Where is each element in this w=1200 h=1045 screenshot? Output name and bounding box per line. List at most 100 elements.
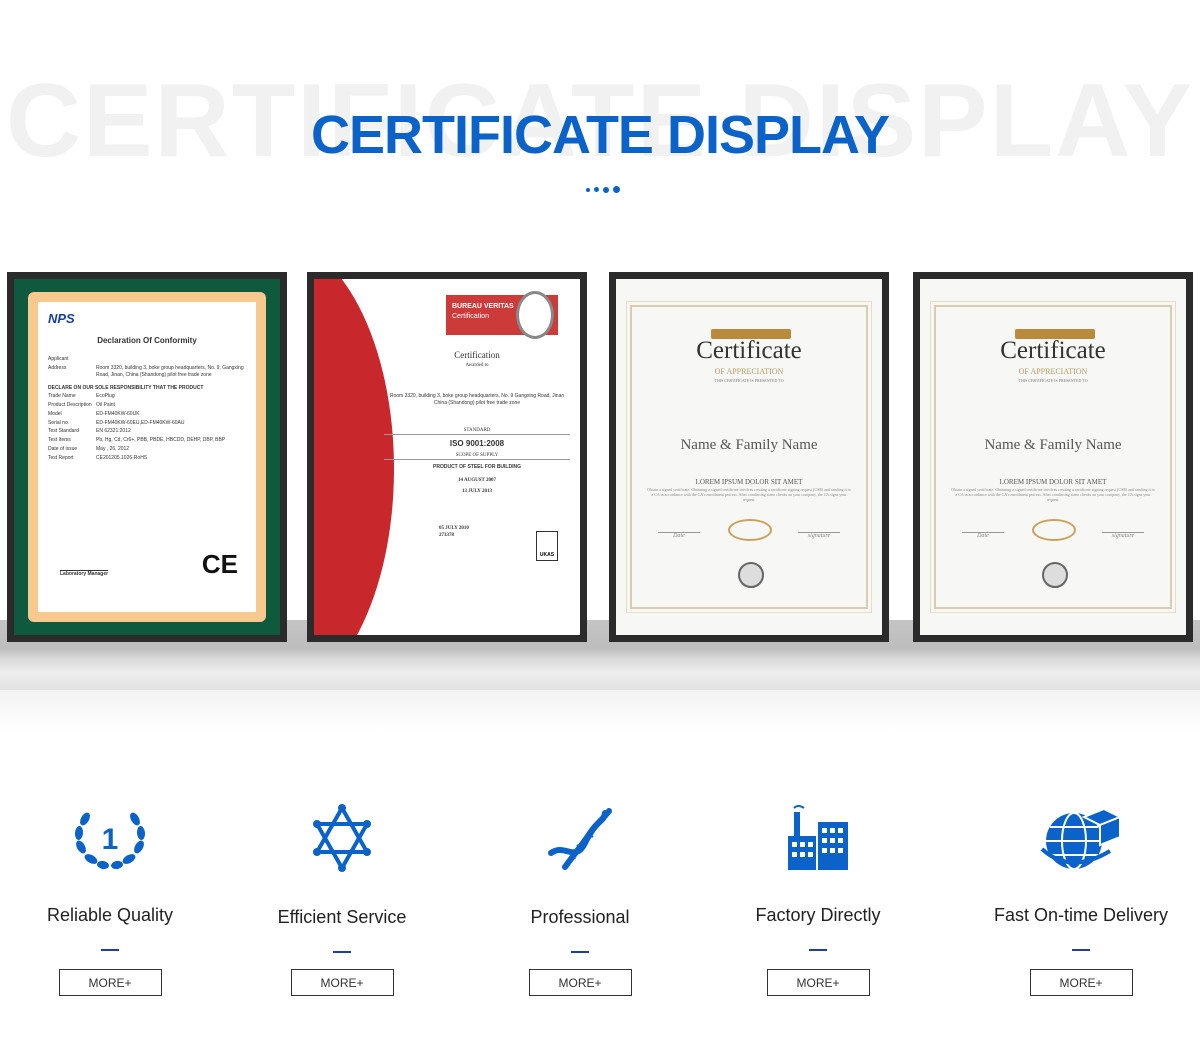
body-heading: LOREM IPSUM DOLOR SIT AMET: [695, 478, 803, 486]
recipient-name: Name & Family Name: [984, 437, 1122, 453]
signature-label: signature: [1102, 532, 1144, 539]
red-curve-decoration: [314, 279, 394, 635]
detail-row: Address Room 3320, building 3, boke group…: [48, 365, 246, 379]
signer-label: Laboratory Manager: [60, 570, 109, 578]
detail-label: Model: [48, 410, 62, 417]
certificate-title: Certificate: [1000, 337, 1106, 364]
feature-reliable-quality: 1 Reliable Quality MORE+: [10, 800, 210, 996]
certificate-frame-bureau-veritas[interactable]: BUREAU VERITAS Certification Certificati…: [307, 272, 587, 642]
ce-mark: CE: [201, 548, 238, 579]
detail-row: Date of issue May , 26, 2012: [48, 446, 246, 453]
detail-label: Serial no.: [48, 419, 70, 426]
divider: [333, 951, 351, 953]
conformity-details: Applicant Address Room 3320, building 3, b…: [48, 356, 246, 461]
detail-label: Product Description: [48, 402, 92, 409]
title-dots-decoration: [586, 186, 620, 193]
detail-row: Test Standard EN 62321:2012: [48, 428, 246, 435]
detail-row: Serial no. ED-FM40KW-60EU,ED-FM40KW-60AU: [48, 420, 246, 427]
standard-label: STANDARD: [384, 427, 570, 435]
scope-label: SCOPE OF SUPPLY: [384, 452, 570, 460]
detail-value: EN 62321:2012: [96, 428, 131, 435]
shelf-reflection: [0, 690, 1200, 730]
divider: [101, 949, 119, 951]
divider: [571, 951, 589, 953]
detail-value: ED-FM40KW-60EU,ED-FM40KW-60AU: [96, 419, 185, 426]
svg-text:1: 1: [102, 823, 119, 856]
feature-label: Fast On-time Delivery: [993, 905, 1169, 925]
expiry-date: 13 JULY 2013: [462, 488, 492, 494]
detail-value: May , 26, 2012: [96, 445, 130, 452]
certificate-subtitle: OF APPRECIATION: [1018, 367, 1088, 376]
nps-logo: NPS: [48, 311, 75, 326]
certificate-title: Certificate: [696, 337, 802, 364]
body-text: Obtain a signed certificate. Obtaining a…: [951, 487, 1155, 503]
address: Room 3320, building 3, boke group headqu…: [389, 392, 565, 406]
detail-row: Applicant: [48, 356, 246, 363]
more-button[interactable]: MORE+: [766, 969, 870, 996]
detail-value: EcoPlug: [96, 393, 115, 400]
swirl-ornament: [728, 519, 772, 541]
detail-value: Oil Paint: [96, 402, 115, 409]
ukas-mark: UKAS: [536, 531, 558, 561]
star-of-david-icon: [242, 800, 442, 875]
feature-efficient-service: Efficient Service MORE+: [242, 800, 442, 996]
approval-date: 14 AUGUST 2007: [458, 477, 496, 483]
detail-label: Test Standard: [48, 428, 79, 435]
divider: [809, 949, 827, 951]
feature-label: Reliable Quality: [46, 905, 174, 925]
feature-professional: Professional MORE+: [480, 800, 680, 996]
recipient-name: Name & Family Name: [680, 437, 818, 453]
feature-label: Professional: [530, 907, 630, 927]
detail-label: DECLARE ON OUR SOLE RESPONSIBILITY THAT …: [48, 384, 204, 391]
standard-value: ISO 9001:2008: [449, 438, 505, 448]
certificate-frame-appreciation-1[interactable]: Certificate OF APPRECIATION THIS CERTIFICA…: [609, 272, 889, 642]
detail-value: Pb, Hg, Cd, Cr6+, PBB, PBDE, HBCDD, DEHP…: [96, 437, 226, 444]
feature-factory-directly: Factory Directly MORE+: [718, 800, 918, 996]
scope-value: PRODUCT OF STEEL FOR BUILDING: [433, 463, 521, 470]
detail-label: Applicant: [48, 356, 69, 363]
laurel-number-one-icon: 1: [10, 800, 210, 875]
presented-label: THIS CERTIFICATE IS PRESENTED TO: [714, 378, 784, 383]
detail-label: Date of issue: [48, 445, 78, 452]
certificate-title: Declaration Of Conformity: [97, 335, 197, 345]
detail-label: Trade Name: [48, 393, 76, 400]
more-button[interactable]: MORE+: [290, 969, 394, 996]
more-button[interactable]: MORE+: [58, 969, 162, 996]
detail-value: Room 3320, building 3, boke group headqu…: [96, 365, 244, 378]
body-heading: LOREM IPSUM DOLOR SIT AMET: [999, 478, 1107, 486]
certificate-frame-conformity[interactable]: NPS Declaration Of Conformity Applicant A…: [7, 272, 287, 642]
certificate-title: Certification: [454, 350, 500, 360]
detail-row: DECLARE ON OUR SOLE RESPONSIBILITY THAT …: [48, 381, 246, 392]
swirl-ornament: [1032, 519, 1076, 541]
detail-label: Test Report: [48, 454, 74, 461]
seal-icon: [516, 291, 554, 339]
feature-fast-delivery: Fast On-time Delivery MORE+: [981, 800, 1181, 996]
detail-row: Model ED-FM40KW-60UK: [48, 411, 246, 418]
page-title: CERTIFICATE DISPLAY: [310, 105, 890, 165]
more-button[interactable]: MORE+: [528, 969, 632, 996]
emblem-icon: [738, 562, 764, 588]
presented-label: THIS CERTIFICATE IS PRESENTED TO: [1018, 378, 1088, 383]
bureau-veritas-logo: BUREAU VERITAS Certification: [446, 291, 558, 339]
certificate-subtitle: OF APPRECIATION: [714, 367, 784, 376]
date-label: Date: [962, 532, 1004, 539]
feature-label: Factory Directly: [755, 905, 881, 925]
detail-label: Address: [48, 365, 67, 372]
detail-row: Test Report CE201205.1026-RoHS: [48, 455, 246, 462]
factory-icon: [718, 800, 918, 875]
detail-row: Product Description Oil Paint: [48, 402, 246, 409]
divider: [1072, 949, 1090, 951]
detail-row: Test Items Pb, Hg, Cd, Cr6+, PBB, PBDE, H…: [48, 437, 246, 444]
feature-label: Efficient Service: [277, 907, 407, 927]
awarded-label: Awarded to: [465, 362, 489, 368]
detail-label: Test Items: [48, 437, 71, 444]
signature-label: signature: [798, 532, 840, 539]
body-text: Obtain a signed certificate. Obtaining a…: [647, 487, 851, 503]
more-button[interactable]: MORE+: [1029, 969, 1133, 996]
globe-delivery-icon: [981, 800, 1181, 875]
dna-icon: [480, 800, 680, 875]
detail-row: Trade Name EcoPlug: [48, 393, 246, 400]
certificate-frame-appreciation-2[interactable]: Certificate OF APPRECIATION THIS CERTIFICA…: [913, 272, 1193, 642]
detail-value: ED-FM40KW-60UK: [96, 410, 140, 417]
detail-value: CE201205.1026-RoHS: [96, 454, 148, 461]
